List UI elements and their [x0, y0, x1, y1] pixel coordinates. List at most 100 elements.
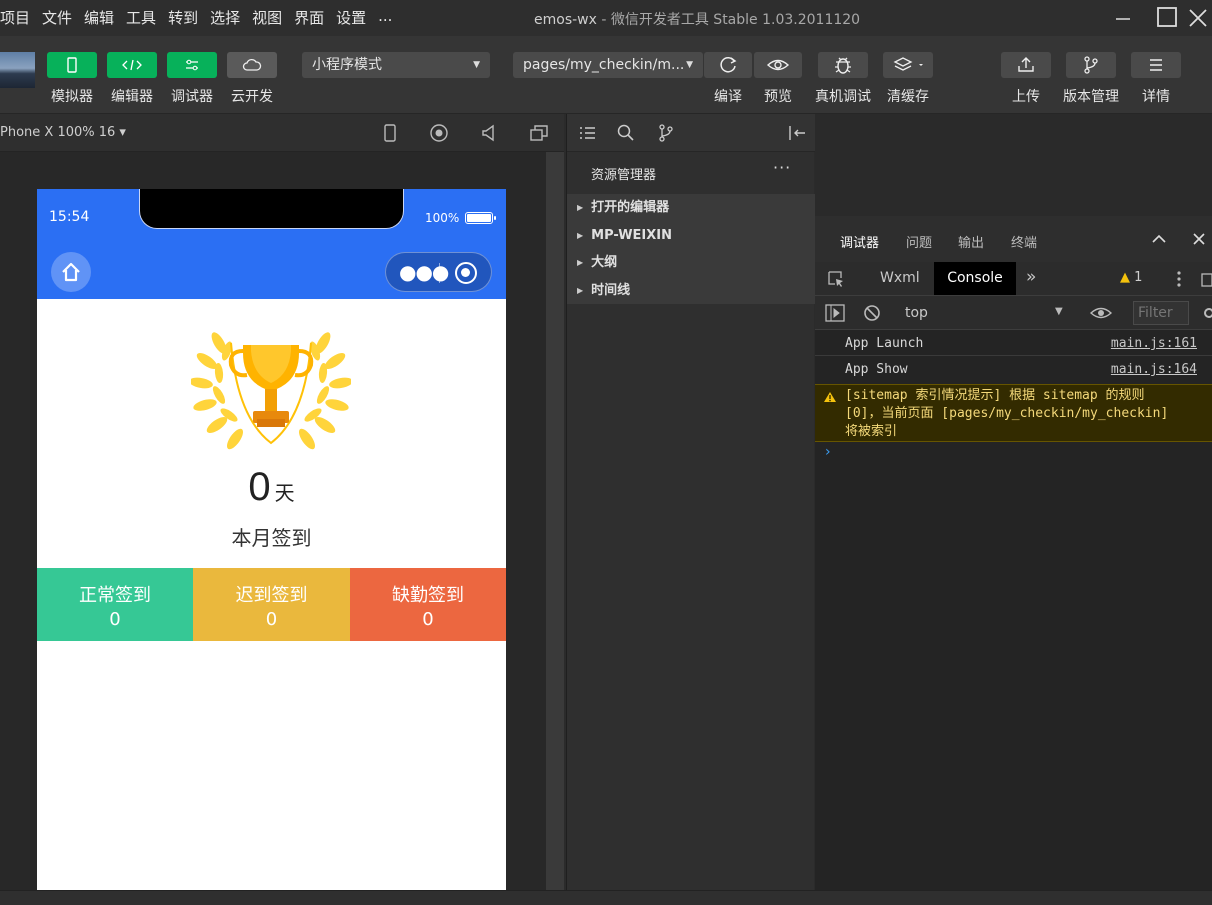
context-select[interactable]: top — [905, 305, 928, 321]
remote-debug-button[interactable] — [818, 52, 868, 78]
page-path-select[interactable]: pages/my_checkin/m... ▼ — [513, 52, 703, 78]
kebab-menu-icon[interactable] — [1175, 270, 1183, 288]
compile-button[interactable] — [704, 52, 752, 78]
simulator-scrollbar[interactable] — [546, 152, 564, 905]
home-icon — [62, 262, 80, 282]
trophy-icon — [191, 332, 351, 450]
stat-normal[interactable]: 正常签到 0 — [37, 568, 193, 641]
stat-late-label: 迟到签到 — [235, 585, 308, 606]
more-actions-icon[interactable]: ··· — [773, 158, 791, 177]
tab-output[interactable]: 输出 — [958, 232, 984, 251]
sidebar-toggle-icon[interactable] — [825, 304, 845, 322]
warning-counter[interactable]: ▲ 1 — [1120, 270, 1142, 285]
menu-interface[interactable]: 界面 — [294, 7, 324, 28]
more-tabs-icon[interactable]: » — [1026, 267, 1036, 287]
explorer-activity-bar — [567, 114, 815, 152]
cloud-button[interactable] — [227, 52, 277, 78]
detach-window-icon[interactable] — [529, 123, 549, 143]
editor-button[interactable] — [107, 52, 157, 78]
section-open-editors[interactable]: ▶ 打开的编辑器 — [567, 194, 815, 222]
console-filter-bar: top ▼ — [815, 296, 1212, 330]
rotate-device-icon[interactable] — [380, 123, 400, 143]
copy-icon[interactable] — [1200, 270, 1212, 288]
simulator-header: Phone X 100% 16 ▾ — [0, 114, 564, 152]
menu-bar: 项目 文件 编辑 工具 转到 选择 视图 界面 设置 ... — [0, 7, 404, 28]
maximize-panel-icon[interactable] — [1151, 232, 1167, 246]
upload-button[interactable] — [1001, 52, 1051, 78]
stat-absent[interactable]: 缺勤签到 0 — [350, 568, 506, 641]
debugger-button[interactable] — [167, 52, 217, 78]
simulator-button[interactable] — [47, 52, 97, 78]
mode-select-value: 小程序模式 — [312, 57, 382, 73]
minimize-icon[interactable] — [1108, 4, 1138, 32]
maximize-icon[interactable] — [1152, 4, 1182, 32]
tab-debugger[interactable]: 调试器 — [840, 232, 879, 251]
project-avatar[interactable] — [0, 52, 35, 88]
menu-select[interactable]: 选择 — [210, 7, 240, 28]
stat-late-value: 0 — [265, 609, 278, 630]
device-select[interactable]: Phone X 100% 16 ▾ — [0, 125, 126, 140]
simulator-label: 模拟器 — [51, 89, 93, 105]
capsule-menu[interactable]: ●●● — [385, 252, 492, 292]
capsule-divider — [439, 263, 440, 283]
caret-down-icon: ▼ — [686, 60, 693, 70]
editor-label: 编辑器 — [111, 89, 153, 105]
stat-late[interactable]: 迟到签到 0 — [193, 568, 350, 641]
menu-more[interactable]: ... — [378, 7, 392, 28]
menu-edit[interactable]: 编辑 — [84, 7, 114, 28]
details-button[interactable] — [1131, 52, 1181, 78]
section-label: 打开的编辑器 — [591, 200, 670, 215]
list-icon[interactable] — [577, 123, 597, 143]
close-miniprogram-icon[interactable] — [455, 262, 477, 284]
clear-cache-button[interactable] — [883, 52, 933, 78]
search-icon[interactable] — [616, 123, 636, 143]
warning-count: 1 — [1134, 270, 1143, 285]
title-bar: 项目 文件 编辑 工具 转到 选择 视图 界面 设置 ... emos-wx -… — [0, 0, 1212, 36]
collapse-panel-icon[interactable] — [787, 123, 807, 143]
warning-icon — [823, 388, 837, 407]
section-timeline[interactable]: ▶ 时间线 — [567, 277, 815, 305]
more-dots-icon[interactable]: ●●● — [399, 262, 449, 282]
close-panel-icon[interactable] — [1192, 232, 1206, 246]
tab-console[interactable]: Console — [934, 262, 1016, 295]
record-icon[interactable] — [429, 123, 449, 143]
filter-input[interactable] — [1133, 301, 1189, 325]
menu-view[interactable]: 视图 — [252, 7, 282, 28]
section-mp-weixin[interactable]: ▶ MP-WEIXIN — [567, 222, 815, 250]
stat-normal-value: 0 — [109, 609, 121, 630]
days-unit: 天 — [274, 481, 295, 505]
month-checkin-label: 本月签到 — [231, 526, 312, 550]
inspect-element-icon[interactable] — [827, 270, 845, 288]
section-outline[interactable]: ▶ 大纲 — [567, 249, 815, 277]
menu-goto[interactable]: 转到 — [168, 7, 198, 28]
explorer-title: 资源管理器 — [591, 168, 657, 183]
mode-select[interactable]: 小程序模式 ▼ — [302, 52, 490, 78]
refresh-icon — [720, 57, 737, 73]
stat-absent-label: 缺勤签到 — [392, 585, 464, 606]
menu-tools[interactable]: 工具 — [126, 7, 156, 28]
menu-project[interactable]: 项目 — [0, 7, 30, 28]
caret-down-icon: ▼ — [473, 60, 480, 70]
debugger-label: 调试器 — [171, 89, 213, 105]
caret-down-icon[interactable]: ▼ — [1055, 306, 1063, 317]
gear-icon[interactable] — [1201, 305, 1212, 321]
stat-normal-label: 正常签到 — [79, 585, 151, 606]
navigation-bar: 15:54 100% ●●● — [37, 189, 506, 299]
console-prompt[interactable]: › — [825, 444, 831, 460]
source-control-icon[interactable] — [656, 123, 676, 143]
tab-terminal[interactable]: 终端 — [1011, 232, 1037, 251]
log-source-link[interactable]: main.js:161 — [1111, 336, 1197, 351]
home-button[interactable] — [51, 252, 91, 292]
phone-notch — [139, 189, 404, 229]
tab-problems[interactable]: 问题 — [906, 232, 932, 251]
clear-console-icon[interactable] — [863, 304, 881, 322]
log-source-link[interactable]: main.js:164 — [1111, 362, 1197, 377]
menu-file[interactable]: 文件 — [42, 7, 72, 28]
volume-icon[interactable] — [479, 123, 499, 143]
menu-settings[interactable]: 设置 — [336, 7, 366, 28]
close-window-icon[interactable] — [1184, 4, 1212, 32]
eye-icon[interactable] — [1090, 305, 1112, 321]
version-button[interactable] — [1066, 52, 1116, 78]
tab-wxml[interactable]: Wxml — [880, 270, 920, 286]
preview-button[interactable] — [754, 52, 802, 78]
